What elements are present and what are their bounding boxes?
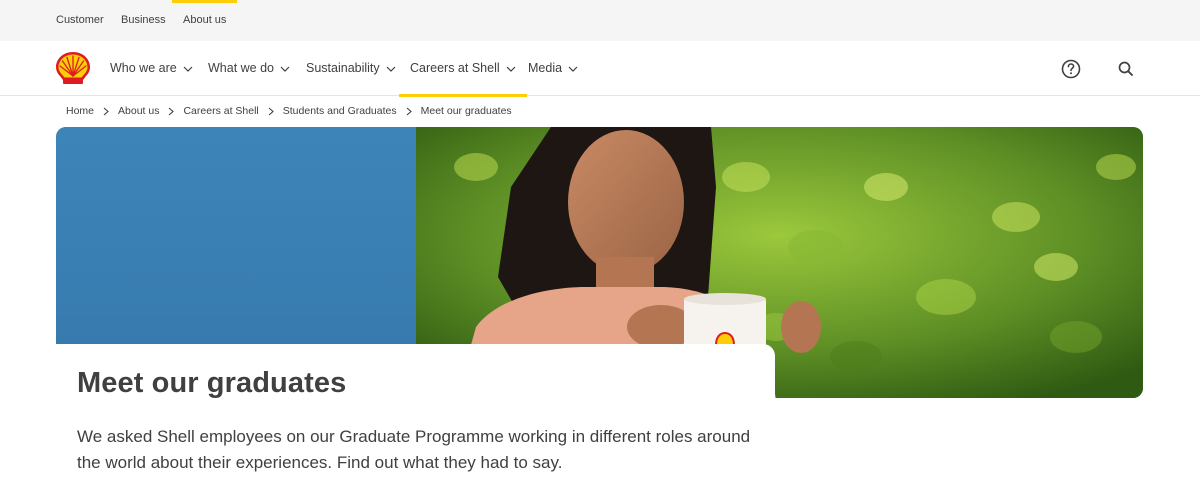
search-button[interactable] [1115,58,1137,80]
breadcrumb-current-page: Meet our graduates [420,105,512,117]
breadcrumb-careers-at-shell[interactable]: Careers at Shell [183,105,258,117]
chevron-right-icon [268,107,274,115]
breadcrumb-about-us[interactable]: About us [118,105,159,117]
nav-media-label: Media [528,61,563,75]
nav-who-we-are-label: Who we are [110,61,177,75]
breadcrumb-students-and-graduates[interactable]: Students and Graduates [283,105,397,117]
chevron-right-icon [103,107,109,115]
topbar-link-customer[interactable]: Customer [56,0,104,41]
utility-bar: Customer Business About us [0,0,1200,41]
nav-media[interactable]: Media [528,41,578,96]
search-icon [1118,61,1133,76]
nav-what-we-do-label: What we do [208,61,275,75]
help-button[interactable] [1060,58,1082,80]
nav-sustainability[interactable]: Sustainability [306,41,396,96]
page-title: Meet our graduates [77,367,347,399]
help-icon [1061,59,1081,79]
topbar-link-about-us[interactable]: About us [171,0,238,41]
breadcrumb: Home About us Careers at Shell Students … [66,104,512,118]
chevron-right-icon [406,107,412,115]
chevron-right-icon [169,107,175,115]
chevron-down-icon [280,66,290,72]
nav-careers-at-shell[interactable]: Careers at Shell [399,41,527,97]
nav-who-we-are[interactable]: Who we are [110,41,193,96]
shell-logo[interactable] [54,50,92,86]
chevron-down-icon [506,66,516,72]
shell-pecten-icon [56,52,90,84]
breadcrumb-home[interactable]: Home [66,105,94,117]
chevron-down-icon [568,66,578,72]
topbar-link-business[interactable]: Business [121,0,166,41]
nav-what-we-do[interactable]: What we do [208,41,290,96]
main-navigation: Who we are What we do Sustainability Car… [0,41,1200,97]
nav-sustainability-label: Sustainability [306,61,380,75]
chevron-down-icon [183,66,193,72]
nav-careers-at-shell-label: Careers at Shell [410,61,500,75]
intro-paragraph: We asked Shell employees on our Graduate… [77,427,751,472]
chevron-down-icon [386,66,396,72]
